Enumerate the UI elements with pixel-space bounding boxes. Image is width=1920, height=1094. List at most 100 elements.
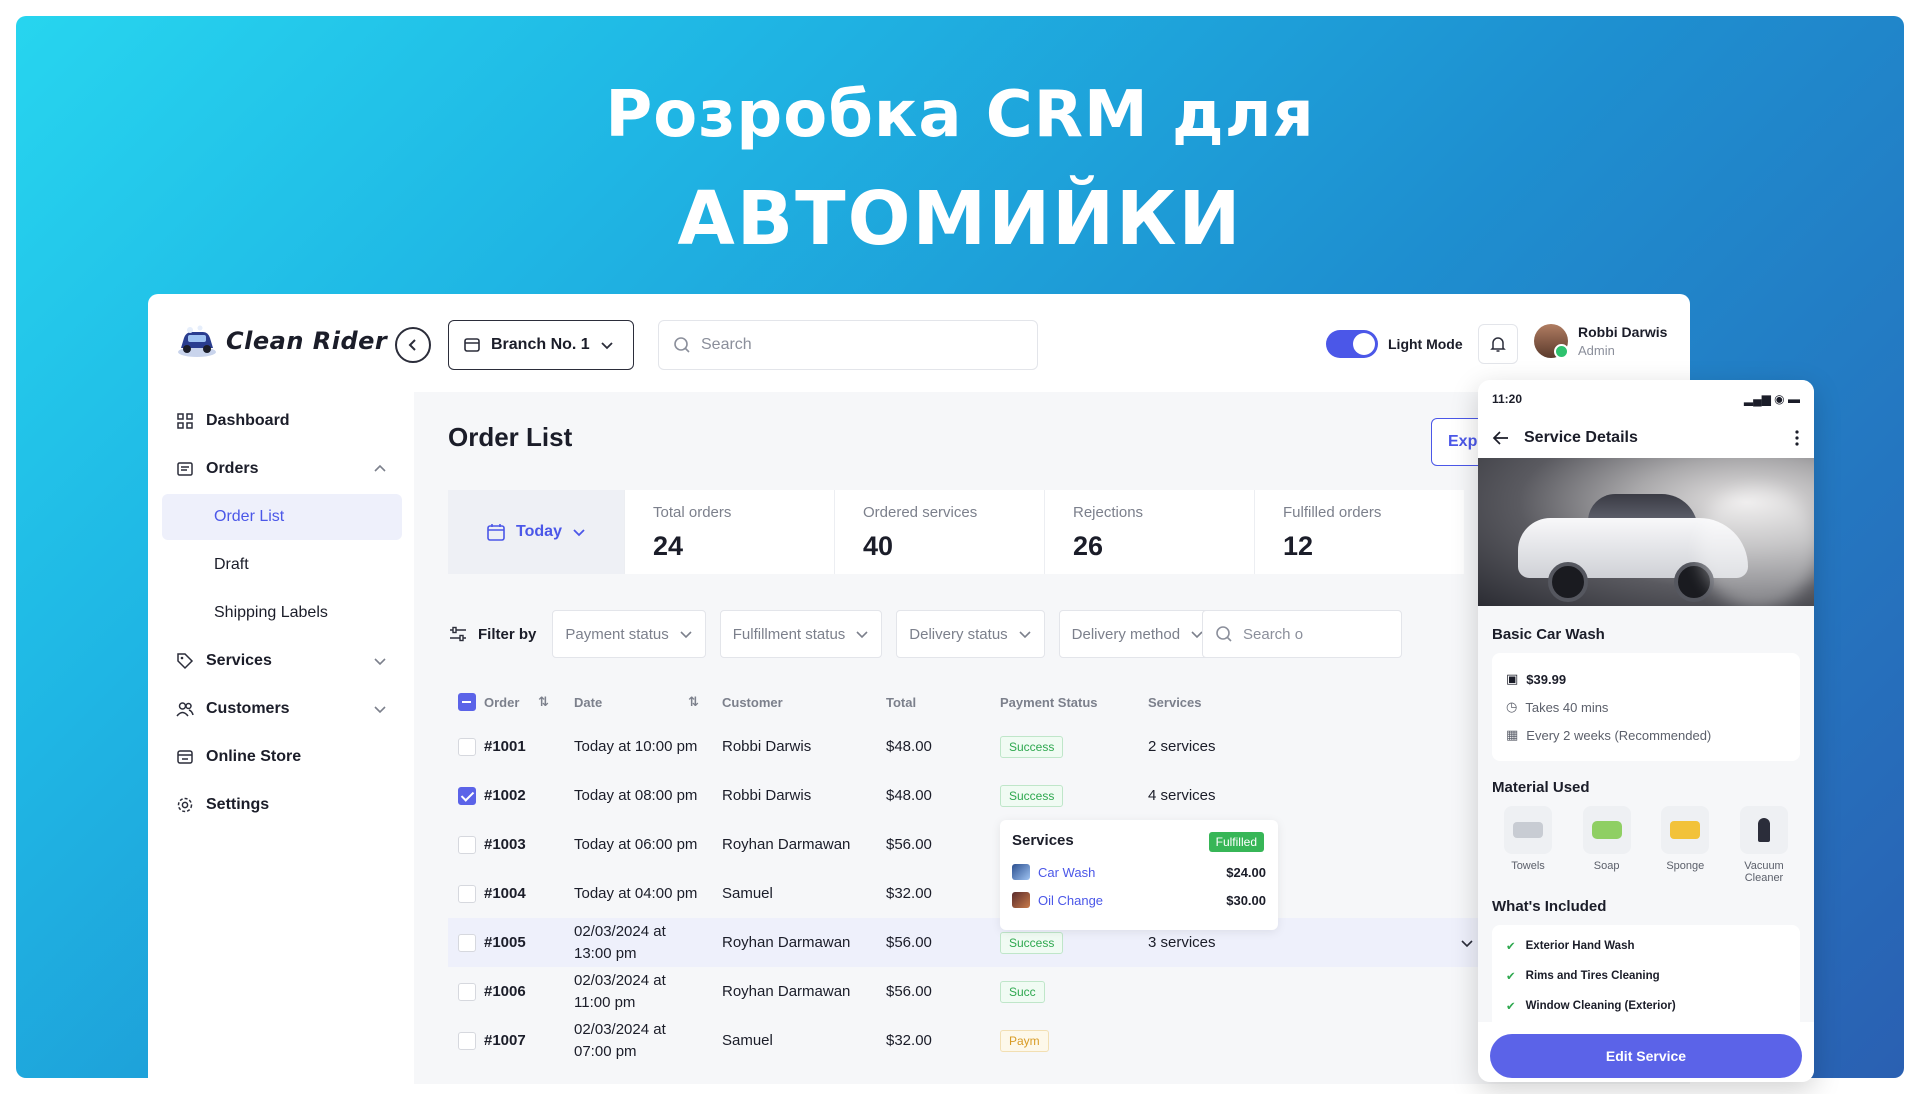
edit-service-button[interactable]: Edit Service (1490, 1034, 1802, 1078)
sidebar-item-order-list[interactable]: Order List (162, 494, 402, 540)
table-row[interactable]: #1007 02/03/2024 at 07:00 pm Samuel $32.00 P… (448, 1016, 1548, 1065)
order-id-cell[interactable]: #1003 (484, 820, 526, 869)
sidebar-item-shipping-labels[interactable]: Shipping Labels (162, 590, 402, 636)
customer-cell: Royhan Darmawan (722, 967, 850, 1016)
sidebar-item-online-store[interactable]: Online Store (162, 734, 402, 780)
fulfillment-status-filter[interactable]: Fulfillment status (719, 610, 883, 658)
customer-name: Royhan Darmawan (722, 836, 851, 853)
order-id-cell[interactable]: #1006 (484, 967, 526, 1016)
row-checkbox[interactable] (458, 786, 476, 805)
total-cell: $32.00 (886, 1016, 932, 1065)
service-info-card: ▣ $39.99 ◷ Takes 40 mins ▦ Every 2 weeks… (1492, 653, 1800, 761)
total-cell: $56.00 (886, 820, 932, 869)
delivery-method-filter[interactable]: Delivery method (1058, 610, 1218, 658)
row-select[interactable] (458, 1016, 476, 1065)
row-checkbox[interactable] (458, 737, 476, 756)
search-icon (674, 337, 690, 353)
stat-label: Ordered services (863, 504, 978, 521)
order-id-cell[interactable]: #1001 (484, 722, 526, 771)
row-checkbox[interactable] (458, 1031, 476, 1050)
table-row[interactable]: #1003 Today at 06:00 pm Royhan Darmawan $56… (448, 820, 1548, 869)
sidebar-item-label: Orders (206, 460, 259, 477)
checkbox[interactable] (458, 693, 476, 711)
sort-icon[interactable]: ⇅ (688, 682, 699, 722)
notifications-button[interactable] (1478, 324, 1518, 364)
row-checkbox[interactable] (458, 884, 476, 903)
chevron-up-icon (374, 464, 386, 472)
phone-time: 11:20 (1492, 392, 1523, 406)
chevron-down-icon (1019, 631, 1031, 639)
row-checkbox[interactable] (458, 982, 476, 1001)
filter-by-label: Filter by (448, 625, 536, 643)
delivery-status-filter[interactable]: Delivery status (896, 610, 1045, 658)
more-vertical-icon[interactable] (1794, 430, 1800, 446)
service-line[interactable]: Oil Change $30.00 (1012, 892, 1266, 908)
status-badge: Success (1000, 784, 1064, 807)
sidebar-item-orders[interactable]: Orders (162, 446, 402, 492)
order-id-cell[interactable]: #1007 (484, 1016, 526, 1065)
sidebar-item-settings[interactable]: Settings (162, 782, 402, 828)
sidebar-item-dashboard[interactable]: Dashboard (162, 398, 402, 444)
global-search-input[interactable]: Search (658, 320, 1038, 370)
phone-title: Service Details (1524, 429, 1638, 446)
service-name[interactable]: Car Wash (1038, 865, 1095, 880)
logo[interactable]: Clean Rider (176, 322, 387, 360)
user-role: Admin (1578, 343, 1615, 358)
crm-app-window: Clean Rider Branch No. 1 Search Light Mo… (148, 294, 1690, 1084)
sidebar-item-services[interactable]: Services (162, 638, 402, 684)
expand-row-toggle[interactable] (1460, 918, 1474, 967)
back-button[interactable] (395, 327, 431, 363)
stat-rejections: Rejections 26 (1044, 490, 1254, 574)
total-cell: $56.00 (886, 918, 932, 967)
payment-status-filter[interactable]: Payment status (552, 610, 706, 658)
stat-total-orders: Total orders 24 (624, 490, 834, 574)
row-select[interactable] (458, 820, 476, 869)
date-filter-label: Today (516, 523, 562, 540)
row-select[interactable] (458, 869, 476, 918)
sidebar-item-customers[interactable]: Customers (162, 686, 402, 732)
sidebar-item-draft[interactable]: Draft (162, 542, 402, 588)
chevron-left-icon (408, 339, 416, 351)
table-row[interactable]: #1006 02/03/2024 at 11:00 pm Royhan Darmaw… (448, 967, 1548, 1016)
date-filter-dropdown[interactable]: Today (448, 490, 624, 574)
row-select[interactable] (458, 918, 476, 967)
service-line[interactable]: Car Wash $24.00 (1012, 864, 1266, 880)
row-select[interactable] (458, 771, 476, 820)
included-title: What's Included (1492, 898, 1607, 915)
services-cell[interactable]: 4 services (1148, 771, 1216, 820)
order-id-cell[interactable]: #1005 (484, 918, 526, 967)
stat-label: Total orders (653, 504, 732, 521)
toggle-switch[interactable] (1326, 330, 1378, 358)
arrow-left-icon[interactable] (1492, 430, 1510, 446)
row-checkbox[interactable] (458, 933, 476, 952)
order-id-cell[interactable]: #1004 (484, 869, 526, 918)
table-row[interactable]: #1004Today at 04:00 pmSamuel$32.00Cancel… (448, 869, 1548, 918)
col-date[interactable]: Date (574, 682, 602, 722)
order-id: #1006 (484, 983, 526, 1000)
row-select[interactable] (458, 722, 476, 771)
search-icon (1216, 626, 1232, 642)
service-name[interactable]: Oil Change (1038, 893, 1103, 908)
sidebar-item-label: Settings (206, 796, 270, 813)
order-id-cell[interactable]: #1002 (484, 771, 526, 820)
logo-text: Clean Rider (226, 327, 388, 355)
user-profile[interactable]: Robbi Darwis Admin (1534, 324, 1667, 359)
calendar-icon: ▦ (1506, 727, 1519, 742)
phone-status-bar: 11:20 ▂▄▆ ◉ ▬ (1478, 380, 1814, 418)
table-row[interactable]: #1002 Today at 08:00 pm Robbi Darwis $48.00… (448, 771, 1548, 820)
order-date: 02/03/2024 at 11:00 pm (574, 971, 666, 1011)
order-search-input[interactable]: Search o (1202, 610, 1402, 658)
sort-icon[interactable]: ⇅ (538, 682, 549, 722)
row-select[interactable] (458, 967, 476, 1016)
light-mode-toggle[interactable]: Light Mode (1326, 330, 1463, 358)
branch-selector[interactable]: Branch No. 1 (448, 320, 634, 370)
col-order[interactable]: Order (484, 682, 519, 722)
services-cell[interactable]: 2 services (1148, 722, 1216, 771)
date-cell: Today at 10:00 pm (574, 722, 706, 771)
row-checkbox[interactable] (458, 835, 476, 854)
chevron-down-icon[interactable] (1460, 936, 1474, 950)
order-id: #1003 (484, 836, 526, 853)
table-row[interactable]: #1005 02/03/2024 at 13:00 pm Royhan Darmaw… (448, 918, 1548, 967)
table-row[interactable]: #1001 Today at 10:00 pm Robbi Darwis $48.00… (448, 722, 1548, 771)
select-all-checkbox[interactable] (458, 682, 476, 722)
